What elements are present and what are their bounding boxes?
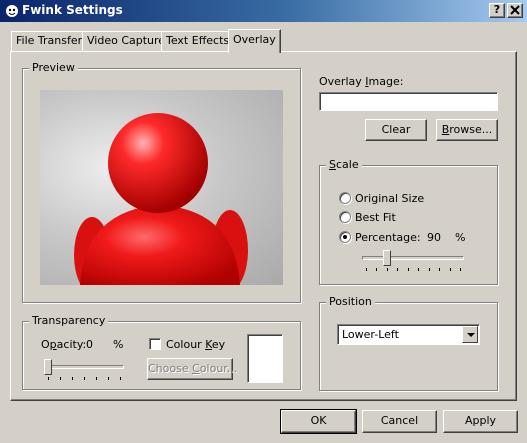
opacity-label-suffix: acity: <box>56 338 87 351</box>
slider-tick <box>376 268 378 271</box>
slider-tick <box>386 268 388 271</box>
scale-group: Scale <box>319 158 498 285</box>
ok-button[interactable]: OK <box>280 409 357 434</box>
settings-dialog: Fwink Settings ? File Transfer Video Cap… <box>0 0 527 443</box>
position-selected-value: Lower-Left <box>342 328 399 341</box>
opacity-slider-track[interactable] <box>44 365 124 369</box>
slider-tick <box>108 377 109 380</box>
slider-tick <box>460 268 461 271</box>
scale-title-rest: cale <box>335 158 359 171</box>
tab-overlay[interactable]: Overlay <box>228 29 281 53</box>
percentage-value: 90 <box>427 231 441 244</box>
opacity-label: Opacity: <box>41 338 86 351</box>
scale-title-accel: S <box>329 158 336 171</box>
percentage-radio[interactable] <box>339 231 351 243</box>
slider-tick <box>418 268 420 271</box>
best-fit-label[interactable]: Best Fit <box>355 211 396 224</box>
slider-tick <box>84 377 85 380</box>
opacity-slider-thumb[interactable] <box>44 359 52 375</box>
best-fit-radio[interactable] <box>339 211 351 223</box>
tab-video-capture[interactable]: Video Capture <box>82 31 171 51</box>
choose-colour-button[interactable]: Choose Colour... <box>147 358 237 380</box>
slider-tick <box>397 268 399 271</box>
colour-key-suffix: ey <box>211 338 226 351</box>
colour-key-prefix: Colour <box>166 338 206 351</box>
overlay-image-label: Overlay Image: <box>319 75 403 88</box>
overlay-image-label-prefix: Overlay <box>319 75 366 88</box>
opacity-value: 0 <box>86 338 93 351</box>
slider-tick <box>439 268 441 271</box>
radio-selected-dot <box>343 235 347 239</box>
colour-key-checkbox[interactable] <box>149 338 161 350</box>
overlay-image-input[interactable] <box>319 92 498 111</box>
slider-tick <box>60 377 61 380</box>
opacity-unit: % <box>113 338 124 351</box>
original-size-radio[interactable] <box>339 192 351 204</box>
scale-slider-track[interactable] <box>362 256 464 260</box>
scale-title: Scale <box>326 158 362 171</box>
colour-key-label[interactable]: Colour Key <box>166 338 225 351</box>
colour-key-accel: K <box>205 338 212 351</box>
title-bar[interactable]: Fwink Settings ? <box>0 0 527 22</box>
percentage-unit: % <box>455 231 466 244</box>
transparency-title: Transparency <box>29 314 109 327</box>
slider-tick <box>72 377 73 380</box>
opacity-label-prefix: O <box>41 338 50 351</box>
slider-tick <box>96 377 97 380</box>
slider-tick <box>48 377 49 380</box>
colour-swatch <box>247 334 283 383</box>
percentage-label[interactable]: Percentage: <box>355 231 421 244</box>
window-title: Fwink Settings <box>22 3 123 17</box>
apply-button[interactable]: Apply <box>443 410 518 433</box>
slider-tick <box>366 268 367 271</box>
scale-slider-thumb[interactable] <box>382 250 391 266</box>
slider-tick <box>120 377 121 380</box>
browse-label-rest: rowse... <box>449 123 493 136</box>
preview-image <box>40 90 283 285</box>
choose-colour-suffix: olour... <box>199 362 238 375</box>
close-button[interactable] <box>507 3 523 18</box>
clear-button[interactable]: Clear <box>365 119 427 141</box>
position-title: Position <box>326 295 375 308</box>
tab-text-effects[interactable]: Text Effects <box>161 31 235 51</box>
original-size-label[interactable]: Original Size <box>355 192 424 205</box>
chevron-down-icon[interactable] <box>462 326 478 343</box>
cancel-button[interactable]: Cancel <box>362 410 437 433</box>
opacity-label-accel: p <box>49 338 57 351</box>
choose-colour-prefix: Choose <box>148 362 193 375</box>
slider-tick <box>407 268 409 271</box>
close-icon <box>510 5 520 15</box>
browse-button[interactable]: Browse... <box>436 119 498 141</box>
position-group: Position <box>319 295 498 391</box>
slider-tick <box>449 268 451 271</box>
preview-title: Preview <box>29 61 78 74</box>
choose-colour-accel: C <box>192 362 200 375</box>
app-icon <box>6 5 18 17</box>
buddy-figure-image <box>74 113 248 285</box>
overlay-image-label-suffix: mage: <box>368 75 404 88</box>
tab-file-transfer[interactable]: File Transfer <box>11 31 88 51</box>
position-dropdown[interactable]: Lower-Left <box>337 324 480 345</box>
slider-tick <box>428 268 430 271</box>
help-button[interactable]: ? <box>489 3 505 18</box>
